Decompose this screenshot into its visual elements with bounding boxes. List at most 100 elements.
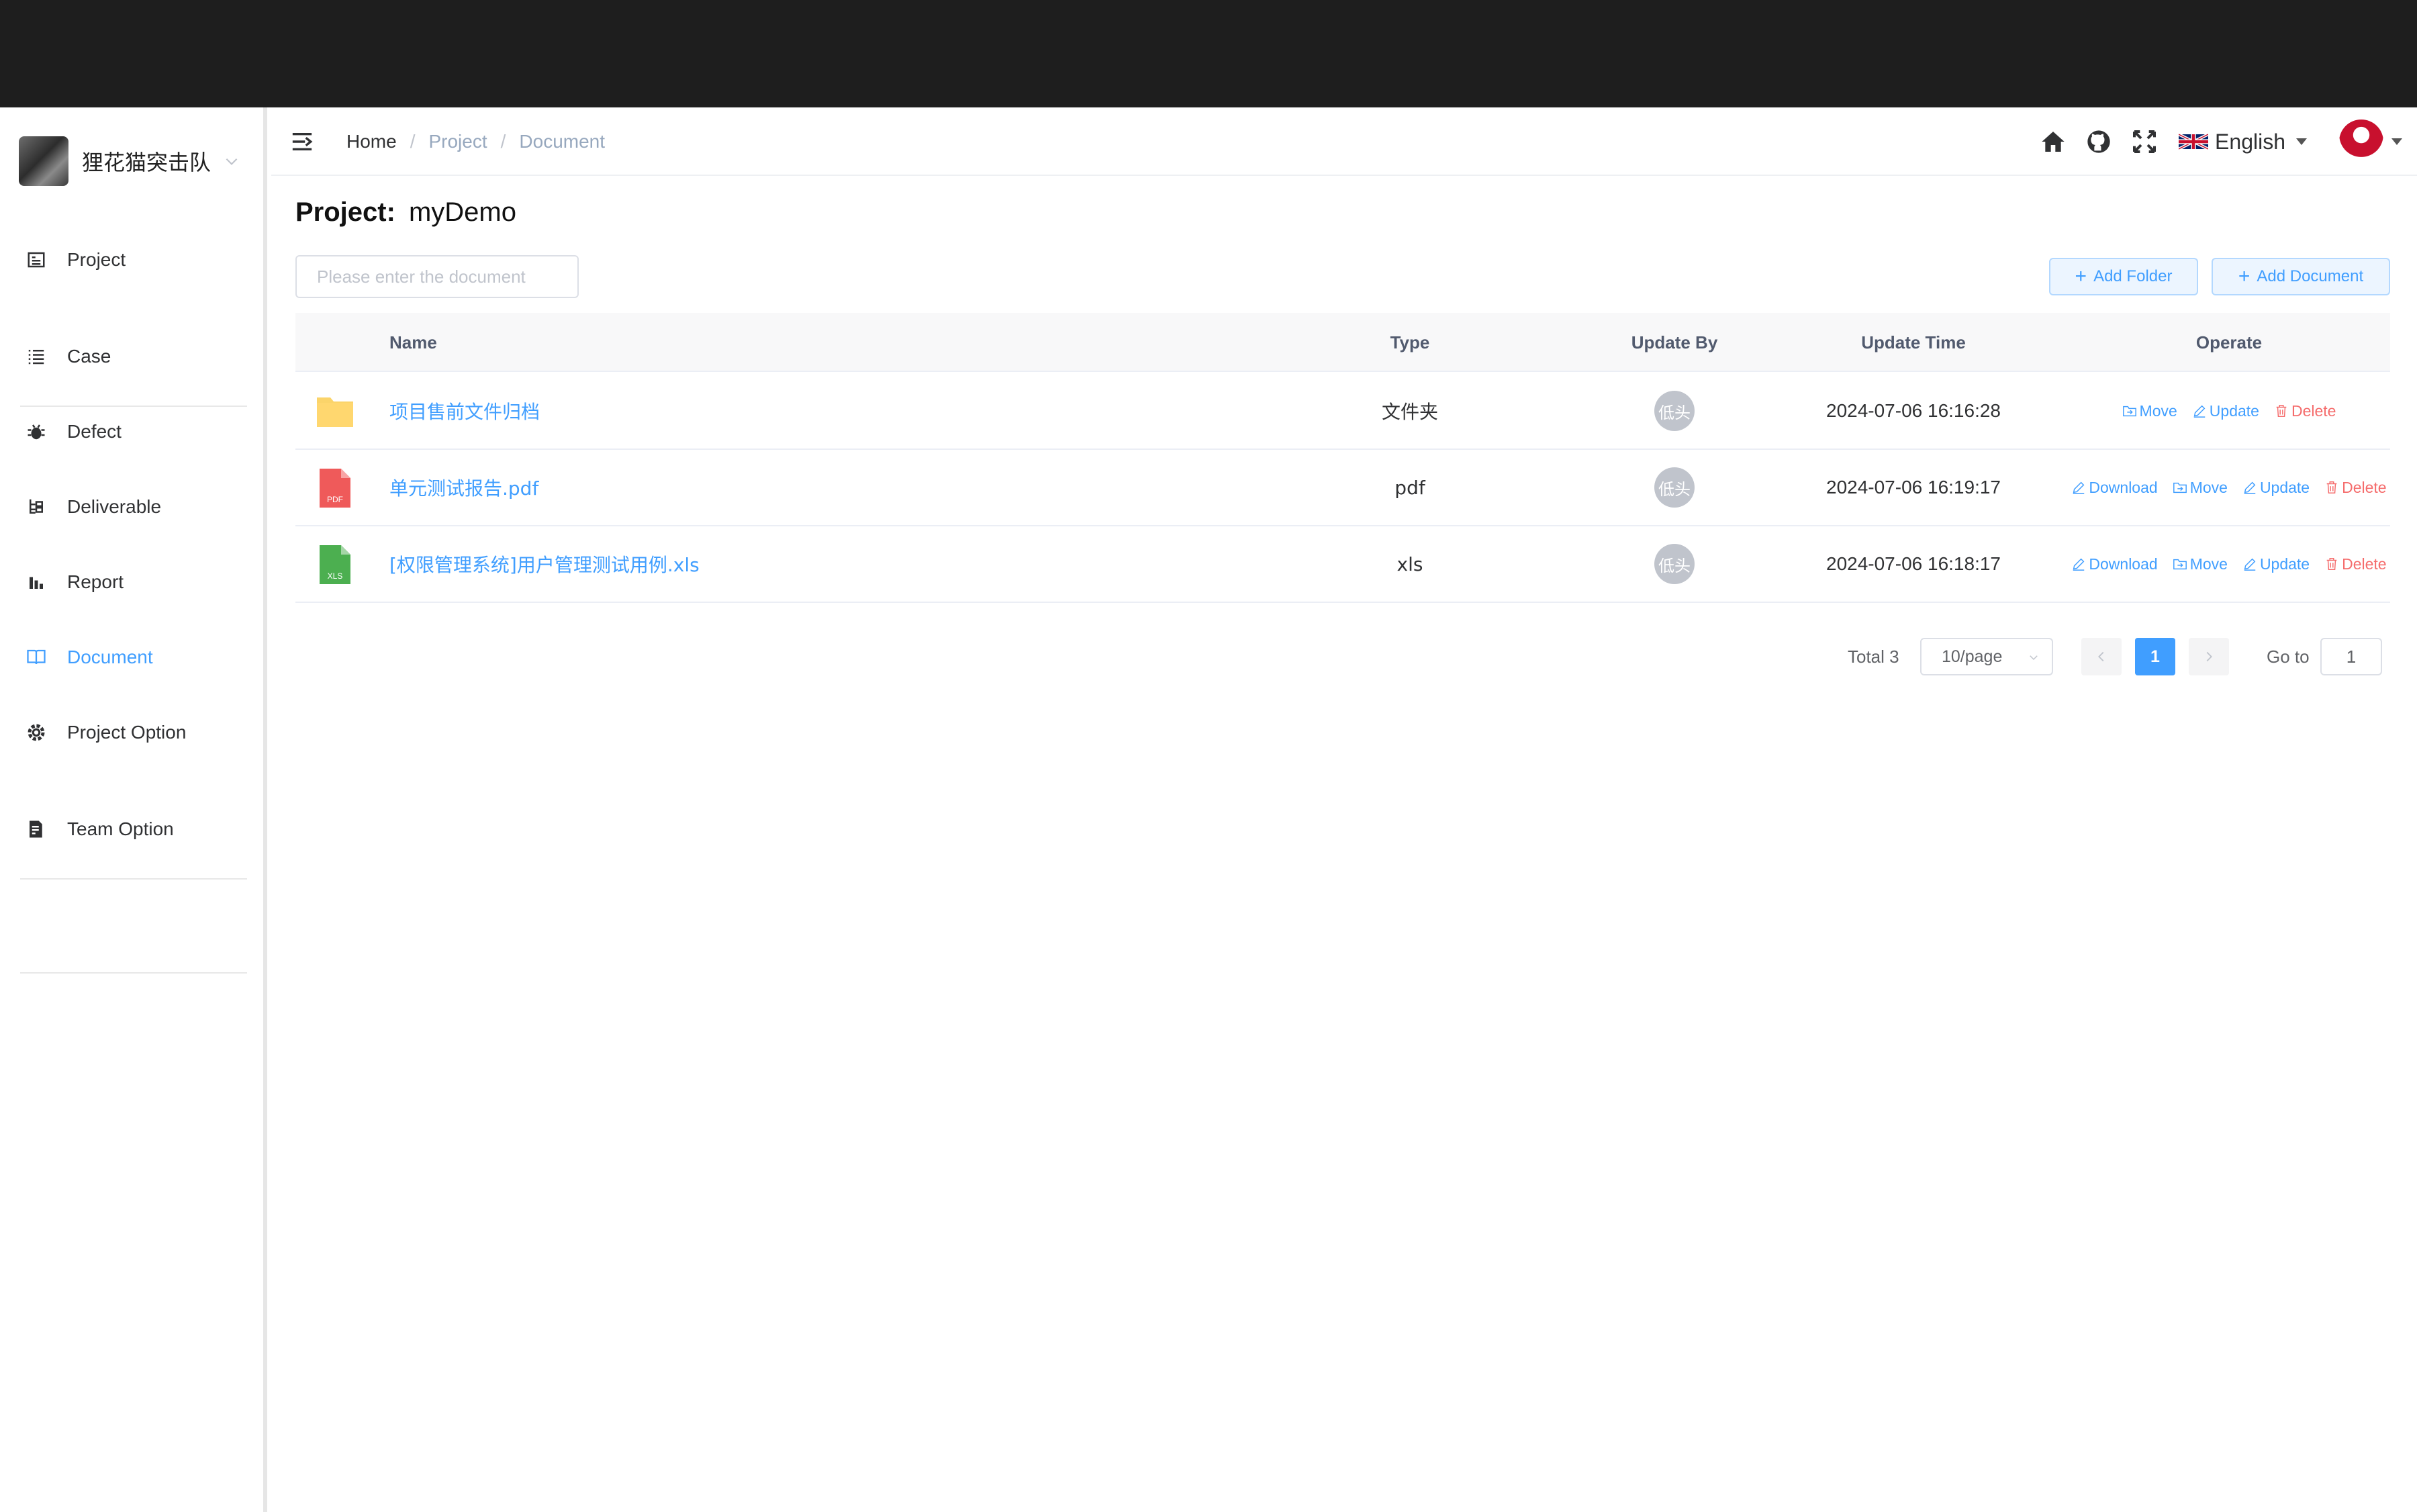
delete-label: Delete	[2291, 401, 2336, 420]
breadcrumb-home[interactable]: Home	[346, 131, 397, 152]
update-time: 2024-07-06 16:16:28	[1826, 400, 2001, 421]
sidebar-item-deliverable[interactable]: Deliverable	[0, 483, 267, 530]
update-time: 2024-07-06 16:19:17	[1826, 477, 2001, 498]
document-type: 文件夹	[1381, 401, 1438, 423]
github-icon[interactable]	[2085, 128, 2113, 156]
update-button[interactable]: Update	[2192, 402, 2259, 420]
column-header-name: Name	[389, 332, 437, 352]
menu-divider	[20, 972, 247, 974]
page-size-select[interactable]: 10/page	[1920, 638, 2053, 675]
trash-icon	[2326, 481, 2337, 493]
caret-down-icon	[2296, 138, 2307, 145]
caret-down-icon[interactable]	[2391, 138, 2402, 145]
chevron-right-icon	[2206, 651, 2212, 662]
user-avatar: 低头	[1654, 391, 1695, 431]
pdf-file-icon-text: PDF	[327, 495, 343, 504]
chevron-left-icon	[2098, 651, 2104, 662]
page-title: Project: myDemo	[295, 197, 516, 228]
sidebar-item-report[interactable]: Report	[0, 559, 267, 606]
goto-page-input[interactable]	[2320, 638, 2382, 675]
plus-icon: +	[2075, 265, 2087, 287]
sidebar-item-defect[interactable]: Defect	[0, 408, 267, 455]
table-header: Name Type Update By Update Time Operate	[295, 313, 2390, 372]
sidebar-item-project[interactable]: Project	[0, 236, 267, 283]
download-button[interactable]: Download	[2071, 555, 2158, 573]
chevron-down-icon	[2030, 655, 2038, 661]
page-number-1[interactable]: 1	[2135, 638, 2175, 675]
edit-icon	[2073, 481, 2085, 494]
move-label: Move	[2189, 555, 2228, 573]
download-label: Download	[2089, 555, 2158, 573]
add-folder-button[interactable]: + Add Folder	[2049, 258, 2198, 295]
sidebar-item-label: Case	[67, 346, 111, 367]
column-header-type: Type	[1390, 332, 1430, 352]
column-header-update-time: Update Time	[1861, 332, 1966, 352]
delete-button[interactable]: Delete	[2324, 478, 2387, 497]
user-avatar: 低头	[1654, 544, 1695, 584]
update-by: 低头	[1607, 450, 1742, 525]
edit-icon	[2193, 405, 2206, 418]
navbar-actions: English	[2022, 120, 2402, 164]
update-button[interactable]: Update	[2242, 555, 2310, 573]
move-button[interactable]: Move	[2122, 402, 2177, 420]
user-avatar: 低头	[1654, 467, 1695, 508]
download-button[interactable]: Download	[2071, 479, 2158, 497]
document-search-input[interactable]	[295, 255, 579, 298]
column-header-update-by: Update By	[1631, 332, 1718, 352]
delete-button[interactable]: Delete	[2324, 555, 2387, 573]
add-folder-label: Add Folder	[2093, 267, 2173, 285]
project-name: myDemo	[408, 197, 516, 227]
sidebar-item-label: Report	[67, 571, 124, 592]
sidebar-item-label: Project	[67, 249, 126, 270]
navbar: Home / Project / Document English	[271, 107, 2417, 176]
project-icon	[26, 249, 47, 271]
sidebar-item-document[interactable]: Document	[0, 634, 267, 681]
move-label: Move	[2139, 401, 2177, 420]
edit-icon	[2244, 558, 2256, 571]
language-selector[interactable]: English	[2179, 130, 2307, 154]
folder-move-icon	[2122, 406, 2136, 417]
breadcrumb-project[interactable]: Project	[428, 131, 487, 152]
trash-icon	[2276, 405, 2287, 417]
top-black-bar	[0, 0, 2417, 107]
prev-page-button[interactable]	[2081, 638, 2122, 675]
sidebar-item-label: Project Option	[67, 722, 187, 743]
sidebar-item-team-option[interactable]: Team Option	[0, 806, 267, 853]
fullscreen-icon[interactable]	[2130, 128, 2159, 156]
add-document-button[interactable]: + Add Document	[2212, 258, 2390, 295]
breadcrumb-separator: /	[500, 131, 506, 152]
document-name-link[interactable]: [权限管理系统]用户管理测试用例.xls	[389, 526, 700, 602]
table-row: XLS [权限管理系统]用户管理测试用例.xls xls 低头 2024-07-…	[295, 526, 2390, 603]
user-avatar[interactable]	[2339, 120, 2383, 164]
update-button[interactable]: Update	[2242, 479, 2310, 497]
next-page-button[interactable]	[2189, 638, 2229, 675]
chevron-down-icon	[226, 158, 238, 165]
update-label: Update	[2259, 555, 2310, 573]
hamburger-icon[interactable]	[290, 130, 314, 153]
delete-button[interactable]: Delete	[2274, 402, 2336, 420]
document-type: pdf	[1394, 476, 1425, 499]
goto-label: Go to	[2267, 646, 2310, 667]
table-row: 项目售前文件归档 文件夹 低头 2024-07-06 16:16:28 Move…	[295, 373, 2390, 450]
sidebar-item-label: Defect	[67, 421, 122, 442]
sidebar-item-label: Deliverable	[67, 496, 162, 517]
move-button[interactable]: Move	[2173, 555, 2228, 573]
add-document-label: Add Document	[2257, 267, 2364, 285]
home-icon[interactable]	[2039, 128, 2067, 156]
move-button[interactable]: Move	[2173, 479, 2228, 497]
team-switcher[interactable]: 狸花猫突击队	[19, 136, 240, 187]
row-actions: Move Update Delete	[2068, 373, 2390, 448]
document-name-link[interactable]: 单元测试报告.pdf	[389, 450, 538, 525]
bug-icon	[26, 421, 47, 442]
language-label: English	[2215, 129, 2285, 154]
sidebar-item-project-option[interactable]: Project Option	[0, 709, 267, 756]
row-actions: Download Move Update Delete	[2068, 450, 2390, 525]
sidebar-item-case[interactable]: Case	[0, 333, 267, 380]
row-actions: Download Move Update Delete	[2068, 526, 2390, 602]
document-name-link[interactable]: 项目售前文件归档	[389, 373, 540, 448]
book-icon	[26, 647, 47, 668]
delete-label: Delete	[2342, 478, 2387, 496]
folder-icon	[317, 397, 353, 427]
project-label: Project:	[295, 197, 395, 227]
folder-move-icon	[2173, 482, 2187, 493]
